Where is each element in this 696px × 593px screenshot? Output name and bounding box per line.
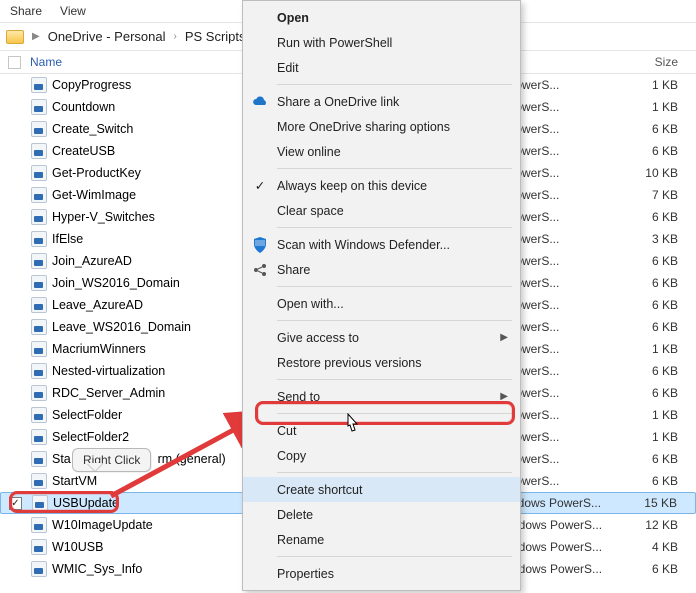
folder-icon [6, 30, 24, 44]
menu-properties[interactable]: Properties [243, 561, 520, 586]
file-size: 6 KB [618, 562, 688, 576]
file-size: 15 KB [617, 496, 687, 510]
ps1-file-icon [30, 187, 48, 203]
menu-scan-defender[interactable]: Scan with Windows Defender... [243, 232, 520, 257]
file-size: 1 KB [618, 100, 688, 114]
menu-create-shortcut[interactable]: Create shortcut [243, 477, 520, 502]
chevron-right-icon: ▶ [500, 391, 508, 402]
ps1-file-icon [31, 495, 49, 511]
select-all-checkbox[interactable] [8, 56, 21, 69]
file-size: 6 KB [618, 276, 688, 290]
menu-restore-previous[interactable]: Restore previous versions [243, 350, 520, 375]
menu-give-access[interactable]: Give access to▶ [243, 325, 520, 350]
ps1-file-icon [30, 407, 48, 423]
ps1-file-icon [30, 165, 48, 181]
ps1-file-icon [30, 517, 48, 533]
ps1-file-icon [30, 319, 48, 335]
ps1-file-icon [30, 363, 48, 379]
file-size: 6 KB [618, 452, 688, 466]
ps1-file-icon [30, 451, 48, 467]
file-size: 3 KB [618, 232, 688, 246]
file-size: 6 KB [618, 364, 688, 378]
menu-share-onedrive[interactable]: Share a OneDrive link [243, 89, 520, 114]
ps1-file-icon [30, 539, 48, 555]
file-size: 1 KB [618, 430, 688, 444]
ps1-file-icon [30, 99, 48, 115]
file-size: 12 KB [618, 518, 688, 532]
chevron-right-icon[interactable]: ▶ [30, 31, 42, 42]
chevron-right-icon: ▶ [500, 332, 508, 343]
file-size: 6 KB [618, 298, 688, 312]
ps1-file-icon [30, 385, 48, 401]
share-icon [251, 261, 269, 279]
chevron-right-icon[interactable]: › [171, 31, 178, 42]
menu-run-powershell[interactable]: Run with PowerShell [243, 30, 520, 55]
menu-clear-space[interactable]: Clear space [243, 198, 520, 223]
tab-share[interactable]: Share [10, 4, 42, 18]
check-icon: ✓ [251, 177, 269, 195]
file-size: 6 KB [618, 474, 688, 488]
ps1-file-icon [30, 121, 48, 137]
file-size: 1 KB [618, 408, 688, 422]
menu-view-online[interactable]: View online [243, 139, 520, 164]
menu-delete[interactable]: Delete [243, 502, 520, 527]
menu-more-onedrive[interactable]: More OneDrive sharing options [243, 114, 520, 139]
file-size: 6 KB [618, 144, 688, 158]
menu-open-with[interactable]: Open with... [243, 291, 520, 316]
cloud-icon [251, 93, 269, 111]
file-size: 7 KB [618, 188, 688, 202]
shield-icon [251, 236, 269, 254]
menu-share[interactable]: Share [243, 257, 520, 282]
file-size: 1 KB [618, 342, 688, 356]
ps1-file-icon [30, 231, 48, 247]
ps1-file-icon [30, 253, 48, 269]
column-size[interactable]: Size [618, 55, 688, 69]
menu-open[interactable]: Open [243, 5, 520, 30]
breadcrumb-part[interactable]: PS Scripts [185, 29, 246, 44]
file-size: 4 KB [618, 540, 688, 554]
menu-copy[interactable]: Copy [243, 443, 520, 468]
ps1-file-icon [30, 143, 48, 159]
menu-cut[interactable]: Cut [243, 418, 520, 443]
file-size: 6 KB [618, 122, 688, 136]
ps1-file-icon [30, 275, 48, 291]
file-size: 6 KB [618, 210, 688, 224]
file-size: 6 KB [618, 320, 688, 334]
menu-send-to[interactable]: Send to▶ [243, 384, 520, 409]
menu-rename[interactable]: Rename [243, 527, 520, 552]
ps1-file-icon [30, 429, 48, 445]
ps1-file-icon [30, 77, 48, 93]
file-size: 6 KB [618, 254, 688, 268]
ps1-file-icon [30, 209, 48, 225]
context-menu: Open Run with PowerShell Edit Share a On… [242, 0, 521, 591]
tab-view[interactable]: View [60, 4, 86, 18]
ps1-file-icon [30, 297, 48, 313]
ps1-file-icon [30, 561, 48, 577]
breadcrumb-part[interactable]: OneDrive - Personal [48, 29, 166, 44]
menu-always-keep[interactable]: ✓ Always keep on this device [243, 173, 520, 198]
ps1-file-icon [30, 341, 48, 357]
ps1-file-icon [30, 473, 48, 489]
row-checkbox[interactable]: ✓ [9, 497, 22, 510]
file-size: 1 KB [618, 78, 688, 92]
file-size: 10 KB [618, 166, 688, 180]
file-size: 6 KB [618, 386, 688, 400]
annotation-tooltip: Right Click [72, 448, 151, 472]
menu-edit[interactable]: Edit [243, 55, 520, 80]
